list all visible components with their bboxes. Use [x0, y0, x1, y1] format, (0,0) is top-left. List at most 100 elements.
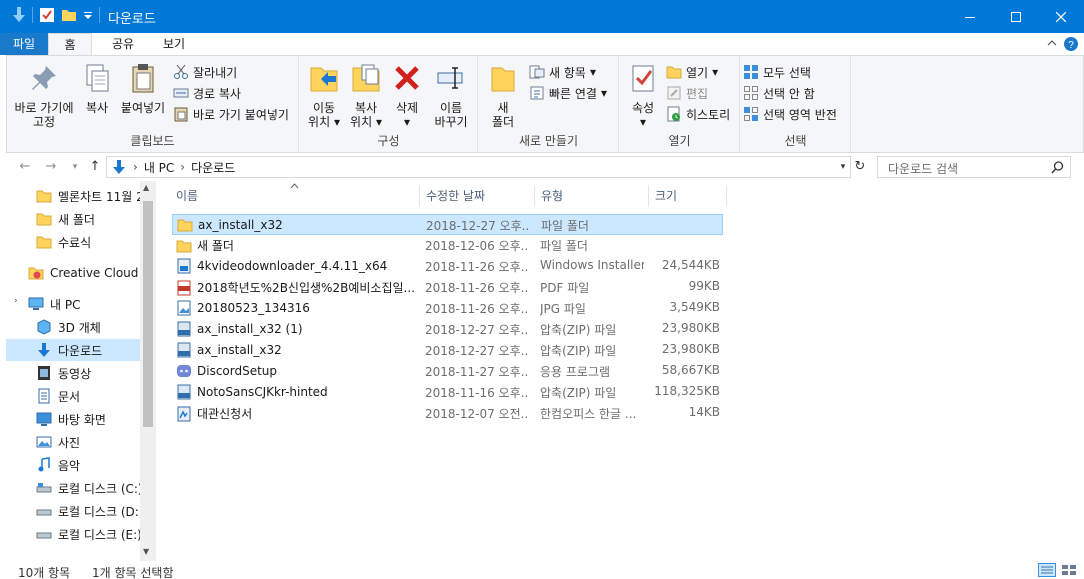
- new-item-button[interactable]: 새 항목 ▾: [529, 62, 596, 82]
- back-button[interactable]: ←: [16, 159, 34, 175]
- column-header-type[interactable]: 유형: [535, 185, 649, 207]
- nav-item-pictures[interactable]: 사진: [6, 431, 140, 453]
- file-row[interactable]: ax_install_x32 2018-12-27 오후... 파일 폴더: [172, 214, 723, 235]
- file-name-cell: 2018학년도%2B신입생%2B예비소집일...: [176, 279, 416, 296]
- file-row[interactable]: DiscordSetup 2018-11-27 오후... 응용 프로그램 58…: [172, 361, 723, 382]
- move-to-label-1: 이동: [312, 101, 336, 115]
- delete-button[interactable]: 삭제 ▾: [390, 62, 424, 129]
- paste-shortcut-icon: [174, 107, 188, 122]
- nav-item-label: 음악: [58, 458, 81, 473]
- minimize-button[interactable]: [947, 0, 993, 33]
- customize-dropdown-icon[interactable]: [83, 8, 93, 22]
- easy-access-icon: [530, 86, 544, 100]
- large-icons-view-icon[interactable]: [1060, 563, 1078, 577]
- expand-chevron-icon[interactable]: ›: [14, 296, 18, 306]
- copy-label: 복사: [85, 101, 109, 115]
- copy-path-button[interactable]: 경로 복사: [173, 83, 241, 103]
- scroll-up-icon[interactable]: ▲: [143, 183, 149, 192]
- properties-icon[interactable]: [39, 7, 55, 23]
- breadcrumb-my-pc[interactable]: 내 PC: [144, 159, 174, 176]
- nav-item-melon-chart[interactable]: 멜론차트 11월 2: [6, 185, 140, 207]
- column-header-size[interactable]: 크기: [649, 185, 727, 207]
- nav-item-desktop[interactable]: 바탕 화면: [6, 408, 140, 430]
- open-button[interactable]: 열기 ▾: [666, 62, 718, 82]
- scroll-down-icon[interactable]: ▼: [143, 547, 149, 556]
- nav-item-graduation[interactable]: 수료식: [6, 231, 140, 253]
- help-icon[interactable]: ?: [1063, 36, 1079, 52]
- file-row[interactable]: 2018학년도%2B신입생%2B예비소집일... 2018-11-26 오후..…: [172, 277, 723, 298]
- nav-item-videos[interactable]: 동영상: [6, 362, 140, 384]
- column-header-name[interactable]: 이름: [170, 185, 420, 207]
- properties-label: 속성: [631, 101, 655, 115]
- copy-button[interactable]: 복사: [79, 62, 115, 115]
- recent-locations-button[interactable]: ▾: [66, 159, 84, 175]
- paste-shortcut-label: 바로 가기 붙여넣기: [193, 107, 289, 122]
- quick-access-toolbar: [12, 7, 100, 23]
- rename-button[interactable]: 이름 바꾸기: [428, 62, 474, 129]
- select-group-label: 선택: [784, 134, 807, 148]
- new-folder-icon[interactable]: [61, 7, 77, 23]
- open-folder-icon: [666, 66, 682, 79]
- nav-item-label: 문서: [58, 389, 81, 404]
- invert-selection-button[interactable]: 선택 영역 반전: [743, 104, 837, 124]
- column-header-date[interactable]: 수정한 날짜: [420, 185, 535, 207]
- navigation-scrollbar[interactable]: ▲ ▼: [140, 181, 156, 561]
- nav-item-label: 내 PC: [50, 297, 81, 312]
- file-name: ax_install_x32 (1): [197, 322, 303, 336]
- file-row[interactable]: 4kvideodownloader_4.4.11_x64 2018-11-26 …: [172, 256, 723, 277]
- tab-home[interactable]: 홈: [48, 33, 92, 55]
- copy-to-button[interactable]: 복사 위치 ▾: [346, 62, 386, 129]
- maximize-button[interactable]: [993, 0, 1039, 33]
- new-folder-button[interactable]: 새 폴더: [483, 62, 523, 129]
- tab-view[interactable]: 보기: [150, 33, 198, 55]
- tab-share[interactable]: 공유: [99, 33, 147, 55]
- clipboard-group: 바로 가기에 고정 복사 붙여넣기 잘라내기 경로 복사 바로 가기 붙여넣기 …: [7, 56, 299, 152]
- file-row[interactable]: ax_install_x32 2018-12-27 오후... 압축(ZIP) …: [172, 340, 723, 361]
- nav-item-music[interactable]: 음악: [6, 454, 140, 476]
- nav-item-creative-cloud[interactable]: Creative Cloud Fil: [6, 262, 140, 284]
- nav-item-documents[interactable]: 문서: [6, 385, 140, 407]
- file-row[interactable]: NotoSansCJKkr-hinted 2018-11-16 오후... 압축…: [172, 382, 723, 403]
- file-row[interactable]: 새 폴더 2018-12-06 오후... 파일 폴더: [172, 235, 723, 256]
- move-to-icon: [310, 67, 338, 92]
- properties-button[interactable]: 속성 ▾: [624, 62, 662, 129]
- breadcrumb-downloads[interactable]: 다운로드: [191, 159, 235, 176]
- navigation-pane: 멜론차트 11월 2 새 폴더 수료식 Creative Cloud Fil 내…: [6, 181, 156, 561]
- nav-item-3d-objects[interactable]: 3D 개체: [6, 316, 140, 338]
- select-none-button[interactable]: 선택 안 함: [743, 83, 815, 103]
- paste-button[interactable]: 붙여넣기: [117, 62, 169, 115]
- nav-item-drive-e[interactable]: 로컬 디스크 (E:): [6, 523, 140, 545]
- cut-button[interactable]: 잘라내기: [173, 62, 237, 82]
- refresh-button[interactable]: ↻: [851, 159, 869, 175]
- file-row[interactable]: 대관신청서 2018-12-07 오전... 한컴오피스 한글 ... 14KB: [172, 403, 723, 424]
- download-arrow-icon[interactable]: [12, 7, 26, 23]
- scrollbar-thumb[interactable]: [143, 201, 153, 427]
- details-view-icon[interactable]: [1038, 563, 1056, 577]
- address-dropdown-button[interactable]: ▾: [834, 159, 852, 175]
- file-row[interactable]: 20180523_134316 2018-11-26 오후... JPG 파일 …: [172, 298, 723, 319]
- easy-access-button[interactable]: 빠른 연결 ▾: [529, 83, 607, 103]
- drive-icon: [36, 509, 52, 516]
- selected-count: 1개 항목 선택함: [92, 566, 174, 579]
- up-button[interactable]: ↑: [86, 159, 104, 175]
- move-to-button[interactable]: 이동 위치 ▾: [304, 62, 344, 129]
- forward-button[interactable]: →: [42, 159, 60, 175]
- tab-file[interactable]: 파일: [0, 33, 48, 55]
- maximize-icon: [1011, 11, 1021, 22]
- file-row[interactable]: ax_install_x32 (1) 2018-12-27 오후... 압축(Z…: [172, 319, 723, 340]
- edit-button[interactable]: 편집: [666, 83, 708, 103]
- nav-item-new-folder[interactable]: 새 폴더: [6, 208, 140, 230]
- collapse-ribbon-icon[interactable]: [1047, 39, 1057, 47]
- nav-item-drive-c[interactable]: 로컬 디스크 (C:): [6, 477, 140, 499]
- nav-item-drive-d[interactable]: 로컬 디스크 (D:): [6, 500, 140, 522]
- scissors-icon: [174, 64, 188, 79]
- address-bar[interactable]: › 내 PC › 다운로드: [106, 156, 851, 178]
- paste-shortcut-button[interactable]: 바로 가기 붙여넣기: [173, 104, 289, 124]
- nav-item-downloads[interactable]: 다운로드: [6, 339, 140, 361]
- search-box[interactable]: 다운로드 검색: [877, 156, 1071, 178]
- nav-item-my-pc[interactable]: 내 PC: [6, 293, 140, 315]
- history-button[interactable]: 히스토리: [666, 104, 730, 124]
- select-all-button[interactable]: 모두 선택: [743, 62, 811, 82]
- close-button[interactable]: [1038, 0, 1084, 33]
- pin-quick-access-button[interactable]: 바로 가기에 고정: [9, 62, 79, 129]
